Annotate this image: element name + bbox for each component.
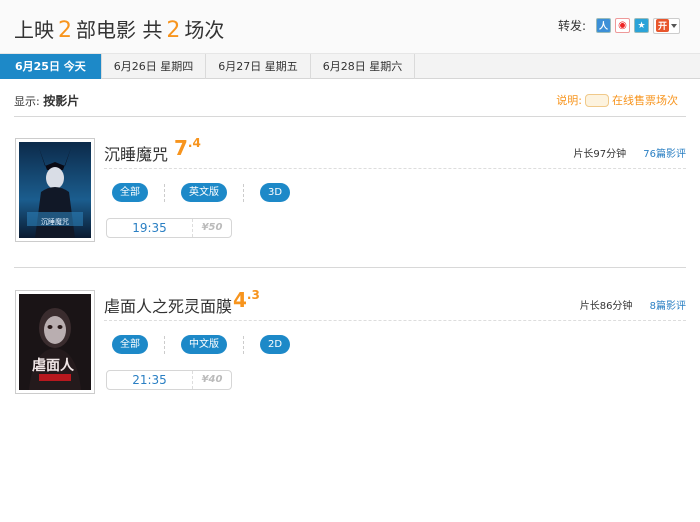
share-more-button[interactable]: 开: [653, 17, 680, 34]
divider: [164, 183, 165, 202]
title-suffix: 场次: [184, 18, 225, 42]
movie-meta: 片长86分钟 8篇影评: [580, 297, 686, 312]
rating-int: 4: [233, 288, 247, 312]
filter-all-button[interactable]: 全部: [112, 183, 148, 202]
showtime-button[interactable]: 19:35 ¥50: [106, 218, 232, 238]
reviews-link[interactable]: 76篇影评: [643, 149, 686, 160]
title-prefix: 上映: [14, 18, 54, 42]
filter-3d-button[interactable]: 3D: [260, 183, 291, 202]
display-label: 显示:: [14, 95, 40, 108]
showtime-time: 19:35: [107, 219, 193, 237]
legend-text: 在线售票场次: [612, 94, 678, 107]
rating-int: 7: [174, 136, 188, 160]
chevron-down-icon: [671, 23, 677, 28]
showtime-price: ¥50: [201, 222, 223, 233]
session-count: 2: [166, 18, 181, 43]
rating-decimal: .3: [246, 288, 260, 302]
tab-date-0628[interactable]: 6月28日 星期六: [311, 54, 416, 79]
movie-poster[interactable]: 沉睡魔咒: [15, 138, 95, 242]
movie-count: 2: [58, 18, 72, 43]
weibo-icon[interactable]: ◉: [615, 18, 630, 33]
open-share-icon: 开: [656, 19, 669, 32]
divider: [14, 267, 686, 268]
tab-date-0627[interactable]: 6月27日 星期五: [206, 54, 311, 79]
divider: [164, 335, 165, 354]
movie-title[interactable]: 虐面人之死灵面膜: [104, 293, 232, 317]
filter-chinese-button[interactable]: 中文版: [181, 335, 227, 354]
movie-meta: 片长97分钟 76篇影评: [573, 145, 686, 160]
showtime-time: 21:35: [107, 371, 193, 389]
movie-rating: 4.3: [233, 288, 260, 312]
filter-english-button[interactable]: 英文版: [181, 183, 227, 202]
filter-all-button[interactable]: 全部: [112, 335, 148, 354]
divider: [104, 168, 686, 169]
divider: [104, 320, 686, 321]
divider: [243, 183, 244, 202]
showtime-price: ¥40: [201, 374, 223, 385]
online-ticket-swatch: [585, 93, 609, 107]
page-title: 上映 2 部电影 共 2 场次: [14, 14, 224, 43]
svg-text:虐面人: 虐面人: [32, 357, 75, 374]
movie-duration: 片长86分钟: [579, 301, 633, 312]
poster-image: 虐面人: [19, 294, 91, 390]
rating-decimal: .4: [187, 136, 201, 150]
svg-text:沉睡魔咒: 沉睡魔咒: [41, 217, 69, 226]
qzone-icon[interactable]: ★: [634, 18, 649, 33]
date-tabs: 6月25日 今天 6月26日 星期四 6月27日 星期五 6月28日 星期六: [0, 54, 700, 79]
filter-2d-button[interactable]: 2D: [260, 335, 291, 354]
movie-poster[interactable]: 虐面人: [15, 290, 95, 394]
title-mid: 部电影 共: [76, 18, 163, 42]
page: 上映 2 部电影 共 2 场次 转发: 人 ◉ ★ 开 6月25日 今天 6月26日 星…: [0, 0, 700, 522]
poster-image: 沉睡魔咒: [19, 142, 91, 238]
legend: 说明: 在线售票场次: [556, 92, 678, 108]
divider: [14, 116, 686, 117]
renren-icon[interactable]: 人: [596, 18, 611, 33]
tab-date-0626[interactable]: 6月26日 星期四: [102, 54, 207, 79]
version-filters: 全部 中文版 2D: [112, 335, 291, 354]
movie-title[interactable]: 沉睡魔咒: [104, 141, 168, 165]
header: 上映 2 部电影 共 2 场次 转发: 人 ◉ ★ 开: [0, 0, 700, 54]
movie-duration: 片长97分钟: [573, 149, 627, 160]
tab-date-0625[interactable]: 6月25日 今天: [0, 54, 102, 79]
display-mode-value[interactable]: 按影片: [43, 94, 79, 108]
display-mode: 显示: 按影片: [14, 92, 79, 109]
version-filters: 全部 英文版 3D: [112, 183, 291, 202]
legend-prefix: 说明:: [556, 94, 582, 107]
divider: [243, 335, 244, 354]
showtime-button[interactable]: 21:35 ¥40: [106, 370, 232, 390]
reviews-link[interactable]: 8篇影评: [650, 301, 686, 312]
movie-rating: 7.4: [174, 136, 201, 160]
share-bar: 转发: 人 ◉ ★ 开: [558, 17, 680, 34]
share-label: 转发:: [557, 19, 586, 33]
